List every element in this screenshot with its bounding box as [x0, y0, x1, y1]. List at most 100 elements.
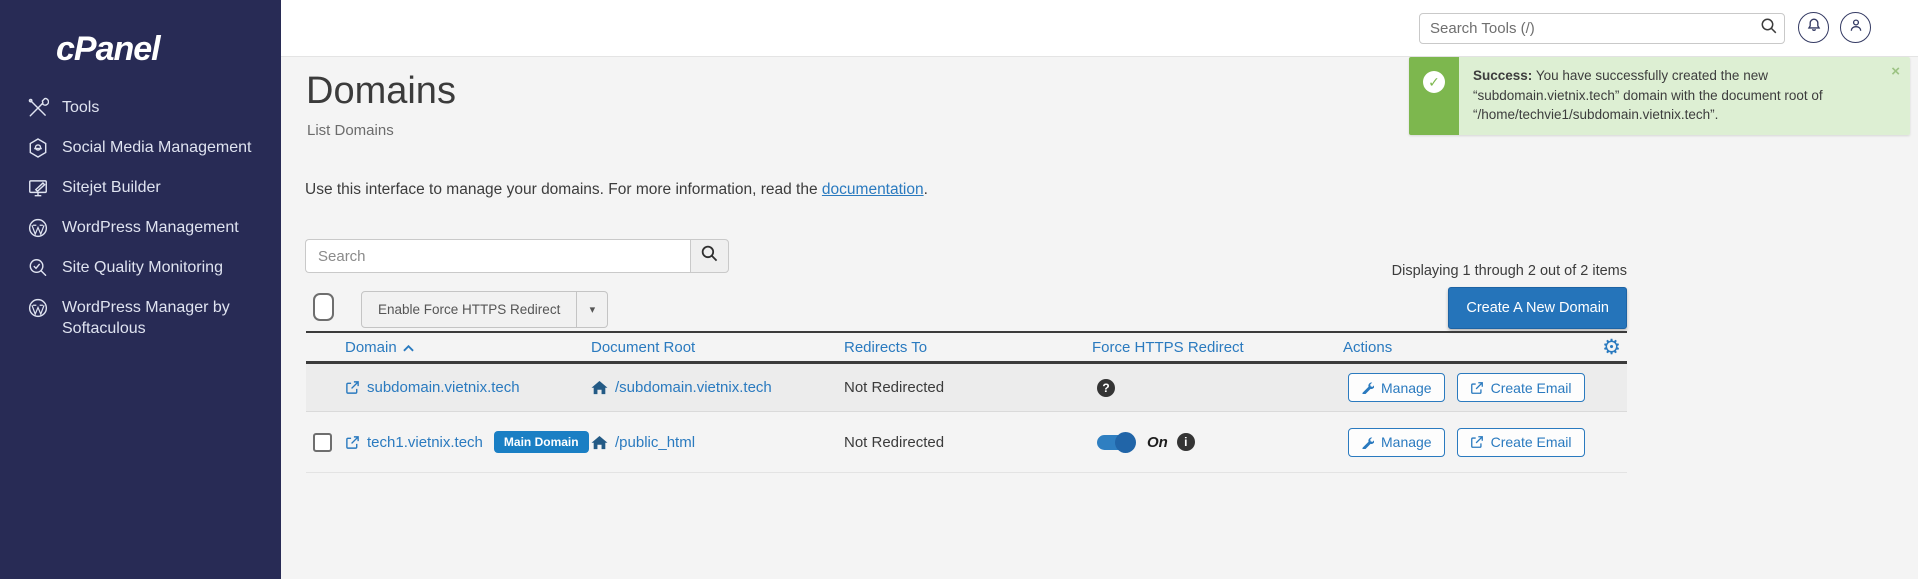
force-https-cell: ? [1092, 379, 1343, 397]
enable-force-https-button[interactable]: Enable Force HTTPS Redirect [361, 291, 577, 328]
search-icon [700, 244, 719, 268]
domain-link[interactable]: subdomain.vietnix.tech [345, 379, 520, 396]
gear-icon[interactable]: ⚙ [1602, 337, 1621, 358]
notification-title: Success: [1473, 68, 1532, 83]
wordpress-icon [27, 217, 49, 239]
redirects-cell: Not Redirected [844, 434, 1092, 451]
sidebar-item-label: Social Media Management [62, 137, 251, 158]
domain-name: subdomain.vietnix.tech [367, 379, 520, 396]
bell-icon [1806, 17, 1822, 38]
table-row: tech1.vietnix.tech Main Domain /public_h… [306, 412, 1627, 473]
sidebar: cPanel Tools Social Media Management Sit… [0, 0, 281, 579]
question-circle-icon[interactable]: ? [1097, 379, 1115, 397]
page-subtitle: List Domains [307, 122, 394, 139]
sidebar-item-sitejet[interactable]: Sitejet Builder [0, 168, 281, 208]
header-domain-label: Domain [345, 339, 397, 356]
actions-cell: Manage Create Email [1343, 428, 1627, 457]
notification-accent: ✓ [1409, 57, 1459, 135]
site-quality-icon [27, 257, 49, 279]
docroot-cell: /subdomain.vietnix.tech [591, 379, 844, 396]
manage-label: Manage [1381, 434, 1432, 450]
external-link-icon [345, 380, 360, 395]
tools-search [1419, 13, 1785, 44]
pagination-status: Displaying 1 through 2 out of 2 items [1392, 263, 1627, 279]
redirects-cell: Not Redirected [844, 379, 1092, 396]
toggle-knob [1115, 432, 1136, 453]
wordpress-icon [27, 297, 49, 319]
check-circle-icon: ✓ [1423, 71, 1445, 93]
select-all-checkbox[interactable] [313, 293, 334, 321]
sidebar-item-wordpress-manager[interactable]: WordPress Manager by Softaculous [0, 288, 281, 348]
intro-after: . [924, 181, 928, 198]
table-header-row: Domain Document Root Redirects To Force … [306, 331, 1627, 364]
toggle-state-label: On [1147, 434, 1168, 451]
domain-name: tech1.vietnix.tech [367, 434, 483, 451]
header-document-root[interactable]: Document Root [591, 339, 844, 356]
domain-link[interactable]: tech1.vietnix.tech [345, 434, 483, 451]
create-email-label: Create Email [1491, 434, 1572, 450]
home-icon [591, 380, 608, 395]
domains-table: Domain Document Root Redirects To Force … [306, 331, 1627, 473]
sidebar-nav: Tools Social Media Management Sitejet Bu… [0, 88, 281, 348]
external-link-icon [1470, 381, 1484, 395]
create-email-button[interactable]: Create Email [1457, 373, 1585, 402]
main-domain-badge: Main Domain [494, 431, 589, 453]
docroot-path: /public_html [615, 434, 695, 451]
sidebar-item-label: Site Quality Monitoring [62, 257, 223, 278]
tools-search-input[interactable] [1420, 15, 1754, 42]
wrench-icon [1361, 381, 1374, 394]
sidebar-item-label: Sitejet Builder [62, 177, 161, 198]
notification-body: Success: You have successfully created t… [1459, 57, 1910, 135]
force-https-cell: On i [1092, 433, 1343, 451]
header-redirects-to[interactable]: Redirects To [844, 339, 1092, 356]
sidebar-item-label: Tools [62, 97, 99, 118]
notifications-button[interactable] [1798, 12, 1829, 43]
wrench-icon [1361, 436, 1374, 449]
create-email-button[interactable]: Create Email [1457, 428, 1585, 457]
domain-search-button[interactable] [690, 239, 729, 273]
domain-search [305, 239, 729, 273]
social-media-icon [27, 137, 49, 159]
header-force-https[interactable]: Force HTTPS Redirect [1092, 339, 1343, 356]
success-notification: ✓ Success: You have successfully created… [1409, 57, 1910, 135]
header-actions: Actions [1343, 339, 1627, 356]
sidebar-item-site-quality[interactable]: Site Quality Monitoring [0, 248, 281, 288]
info-circle-icon[interactable]: i [1177, 433, 1195, 451]
user-icon [1848, 17, 1864, 38]
docroot-link[interactable]: /public_html [591, 434, 695, 451]
intro-text: Use this interface to manage your domain… [305, 181, 928, 199]
header-domain[interactable]: Domain [345, 339, 591, 356]
manage-button[interactable]: Manage [1348, 428, 1445, 457]
sidebar-item-social-media[interactable]: Social Media Management [0, 128, 281, 168]
manage-button[interactable]: Manage [1348, 373, 1445, 402]
create-domain-button[interactable]: Create A New Domain [1448, 287, 1627, 329]
table-row: subdomain.vietnix.tech /subdomain.vietni… [306, 364, 1627, 412]
manage-label: Manage [1381, 380, 1432, 396]
chevron-up-icon [403, 339, 414, 356]
user-menu-button[interactable] [1840, 12, 1871, 43]
force-https-toggle[interactable] [1097, 435, 1134, 450]
row-checkbox[interactable] [313, 433, 332, 452]
documentation-link[interactable]: documentation [822, 181, 924, 198]
home-icon [591, 435, 608, 450]
close-icon[interactable]: × [1891, 64, 1900, 79]
actions-cell: Manage Create Email [1343, 373, 1627, 402]
caret-down-icon: ▾ [590, 303, 596, 316]
external-link-icon [1470, 435, 1484, 449]
sidebar-item-tools[interactable]: Tools [0, 88, 281, 128]
domain-cell: tech1.vietnix.tech Main Domain [345, 431, 591, 453]
create-email-label: Create Email [1491, 380, 1572, 396]
tools-icon [27, 97, 49, 119]
page-title: Domains [306, 70, 456, 113]
docroot-link[interactable]: /subdomain.vietnix.tech [591, 379, 772, 396]
search-icon[interactable] [1754, 17, 1784, 40]
intro-before: Use this interface to manage your domain… [305, 181, 822, 198]
external-link-icon [345, 435, 360, 450]
domain-cell: subdomain.vietnix.tech [345, 379, 591, 396]
domain-search-input[interactable] [305, 239, 690, 273]
cpanel-logo[interactable]: cPanel [56, 30, 160, 69]
enable-https-dropdown[interactable]: ▾ [577, 291, 608, 328]
sitejet-builder-icon [27, 177, 49, 199]
bulk-https-control: Enable Force HTTPS Redirect ▾ [361, 291, 608, 328]
sidebar-item-wordpress-management[interactable]: WordPress Management [0, 208, 281, 248]
